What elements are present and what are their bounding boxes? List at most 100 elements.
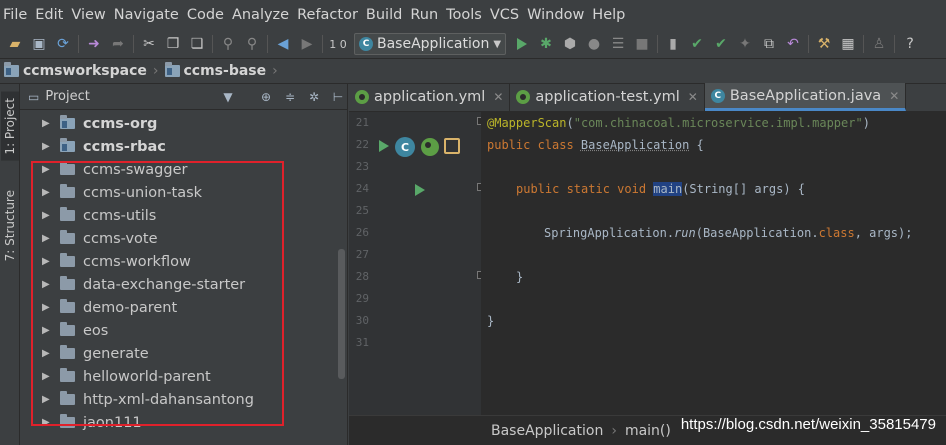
tree-item[interactable]: ▶ ccms-workflow: [20, 250, 348, 273]
tree-item[interactable]: ▶ ccms-swagger: [20, 158, 348, 181]
expand-arrow-icon[interactable]: ▶: [42, 118, 52, 129]
expand-arrow-icon[interactable]: ▶: [42, 187, 52, 198]
expand-arrow-icon[interactable]: ▶: [42, 210, 52, 221]
tasks-icon[interactable]: ☰: [606, 32, 630, 56]
paste-icon[interactable]: ❏: [185, 32, 209, 56]
tab-application-test-yml[interactable]: application-test.yml ✕: [510, 83, 705, 111]
tab-application-yml[interactable]: application.yml ✕: [349, 83, 511, 111]
close-icon[interactable]: ✕: [688, 90, 698, 104]
nav-back-icon[interactable]: ◀: [271, 32, 295, 56]
expand-arrow-icon[interactable]: ▶: [42, 302, 52, 313]
breadcrumb-class[interactable]: BaseApplication: [491, 423, 603, 439]
run-configuration-select[interactable]: C BaseApplication ▼: [354, 33, 507, 55]
breadcrumb-item-ccms-base[interactable]: ccms-base: [164, 62, 267, 79]
menu-help[interactable]: Help: [591, 0, 632, 30]
menu-refactor[interactable]: Refactor: [296, 0, 365, 30]
expand-arrow-icon[interactable]: ▶: [42, 348, 52, 359]
tree-item[interactable]: ▶ demo-parent: [20, 296, 348, 319]
locate-icon[interactable]: ⊕: [257, 90, 275, 104]
expand-arrow-icon[interactable]: ▶: [42, 256, 52, 267]
vcs-icon[interactable]: ✔: [685, 32, 709, 56]
cut-icon[interactable]: ✂: [137, 32, 161, 56]
menu-vcs[interactable]: VCS: [489, 0, 526, 30]
code-area[interactable]: @MapperScan("com.chinacoal.microservice.…: [481, 112, 946, 415]
spring-leaf-icon[interactable]: [421, 138, 439, 156]
help-icon[interactable]: ?: [898, 32, 922, 56]
menu-run[interactable]: Run: [409, 0, 445, 30]
hide-panel-icon[interactable]: ⊢: [329, 90, 347, 104]
copy-icon[interactable]: ❐: [161, 32, 185, 56]
project-structure-icon[interactable]: ▦: [836, 32, 860, 56]
tree-item[interactable]: ▶ ccms-union-task: [20, 181, 348, 204]
stop-icon[interactable]: ■: [630, 32, 654, 56]
tab-baseapplication-java[interactable]: C BaseApplication.java ✕: [704, 83, 907, 111]
spring-bean-icon[interactable]: C: [395, 137, 415, 157]
vcs-update-icon[interactable]: ⧉: [757, 32, 781, 56]
vcs-commit-icon[interactable]: ✔: [709, 32, 733, 56]
menu-build[interactable]: Build: [365, 0, 409, 30]
menu-edit[interactable]: Edit: [34, 0, 70, 30]
run-gutter-icon[interactable]: [379, 140, 389, 152]
run-main-gutter-icon[interactable]: [415, 184, 425, 196]
menu-code[interactable]: Code: [186, 0, 231, 30]
view-mode-dropdown-icon[interactable]: ▼: [219, 90, 237, 104]
tree-item[interactable]: ▶ data-exchange-starter: [20, 273, 348, 296]
expand-arrow-icon[interactable]: ▶: [42, 325, 52, 336]
tree-item[interactable]: ▶ http-xml-dahansantong: [20, 388, 348, 411]
expand-arrow-icon[interactable]: ▶: [42, 233, 52, 244]
close-icon[interactable]: ✕: [889, 89, 899, 103]
nav-forward-icon[interactable]: ▶: [295, 32, 319, 56]
save-icon[interactable]: ▣: [27, 32, 51, 56]
open-icon[interactable]: ▰: [3, 32, 27, 56]
profile-icon[interactable]: ●: [582, 32, 606, 56]
tree-item[interactable]: ▶ ccms-org: [20, 112, 348, 135]
brace-token: {: [689, 138, 704, 152]
tree-item[interactable]: ▶ ccms-rbac: [20, 135, 348, 158]
find-icon[interactable]: ⚲: [216, 32, 240, 56]
tab-structure[interactable]: 7: Structure: [1, 184, 19, 267]
project-view-icon: ▭: [28, 89, 40, 104]
revert-icon[interactable]: ↶: [781, 32, 805, 56]
menu-window[interactable]: Window: [526, 0, 591, 30]
expand-arrow-icon[interactable]: ▶: [42, 371, 52, 382]
coverage-icon[interactable]: ⬢: [558, 32, 582, 56]
expand-arrow-icon[interactable]: ▶: [42, 164, 52, 175]
settings-icon[interactable]: ⚒: [812, 32, 836, 56]
breadcrumb-method[interactable]: main(): [625, 423, 671, 439]
structure-icon[interactable]: ▮: [661, 32, 685, 56]
expand-arrow-icon[interactable]: ▶: [42, 141, 52, 152]
debug-icon[interactable]: ✱: [534, 32, 558, 56]
sync-icon[interactable]: ⟳: [51, 32, 75, 56]
tree-item[interactable]: ▶ helloworld-parent: [20, 365, 348, 388]
spring-config-icon[interactable]: [444, 138, 460, 154]
forward-icon[interactable]: ➦: [106, 32, 130, 56]
tree-item[interactable]: ▶ ccms-vote: [20, 227, 348, 250]
menu-file[interactable]: File: [2, 0, 34, 30]
vcs-history-icon[interactable]: ✦: [733, 32, 757, 56]
tree-item[interactable]: ▶ ccms-utils: [20, 204, 348, 227]
menu-analyze[interactable]: Analyze: [231, 0, 296, 30]
menu-tools[interactable]: Tools: [445, 0, 489, 30]
breadcrumb-label: ccms-base: [183, 63, 267, 79]
breadcrumb-item-ccmsworkspace[interactable]: ccmsworkspace: [4, 62, 147, 79]
collapse-all-icon[interactable]: ≑: [281, 90, 299, 104]
menu-view[interactable]: View: [70, 0, 112, 30]
user-icon[interactable]: ♙: [867, 32, 891, 56]
run-icon[interactable]: [510, 32, 534, 56]
folder-icon: [60, 230, 75, 244]
tool-window-strip: 1: Project 7: Structure: [0, 84, 20, 445]
tree-item[interactable]: ▶ eos: [20, 319, 348, 342]
expand-arrow-icon[interactable]: ▶: [42, 279, 52, 290]
tree-scrollbar[interactable]: [338, 249, 345, 379]
menu-navigate[interactable]: Navigate: [113, 0, 186, 30]
tree-item[interactable]: ▶ jaon111: [20, 411, 348, 434]
build-icon[interactable]: 1 0: [326, 32, 350, 56]
back-icon[interactable]: ➜: [82, 32, 106, 56]
close-icon[interactable]: ✕: [493, 90, 503, 104]
gear-icon[interactable]: ✲: [305, 90, 323, 104]
expand-arrow-icon[interactable]: ▶: [42, 417, 52, 428]
replace-icon[interactable]: ⚲: [240, 32, 264, 56]
expand-arrow-icon[interactable]: ▶: [42, 394, 52, 405]
tree-item[interactable]: ▶ generate: [20, 342, 348, 365]
tab-project[interactable]: 1: Project: [1, 92, 19, 161]
